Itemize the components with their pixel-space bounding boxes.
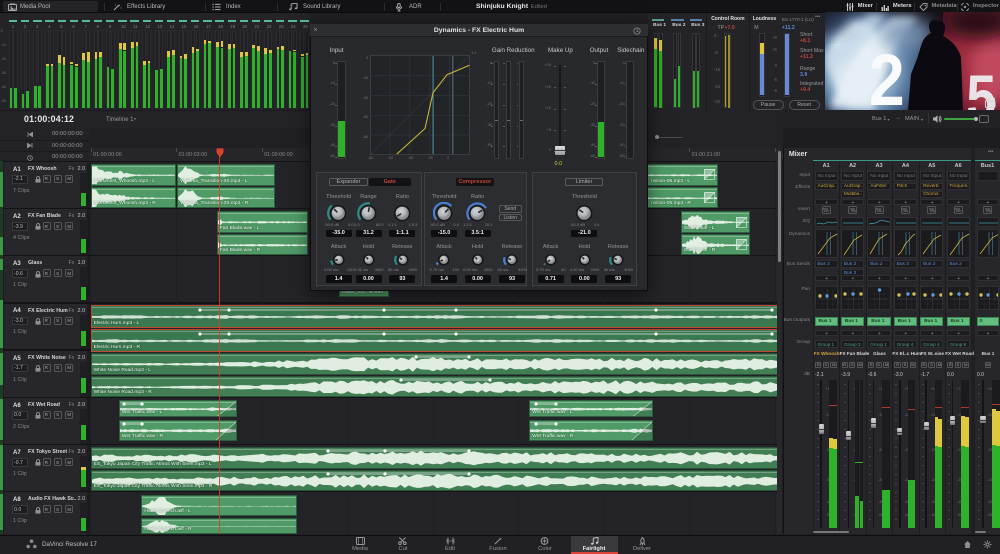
svg-text:5: 5 [966, 63, 996, 110]
svg-text:2: 2 [869, 38, 905, 110]
